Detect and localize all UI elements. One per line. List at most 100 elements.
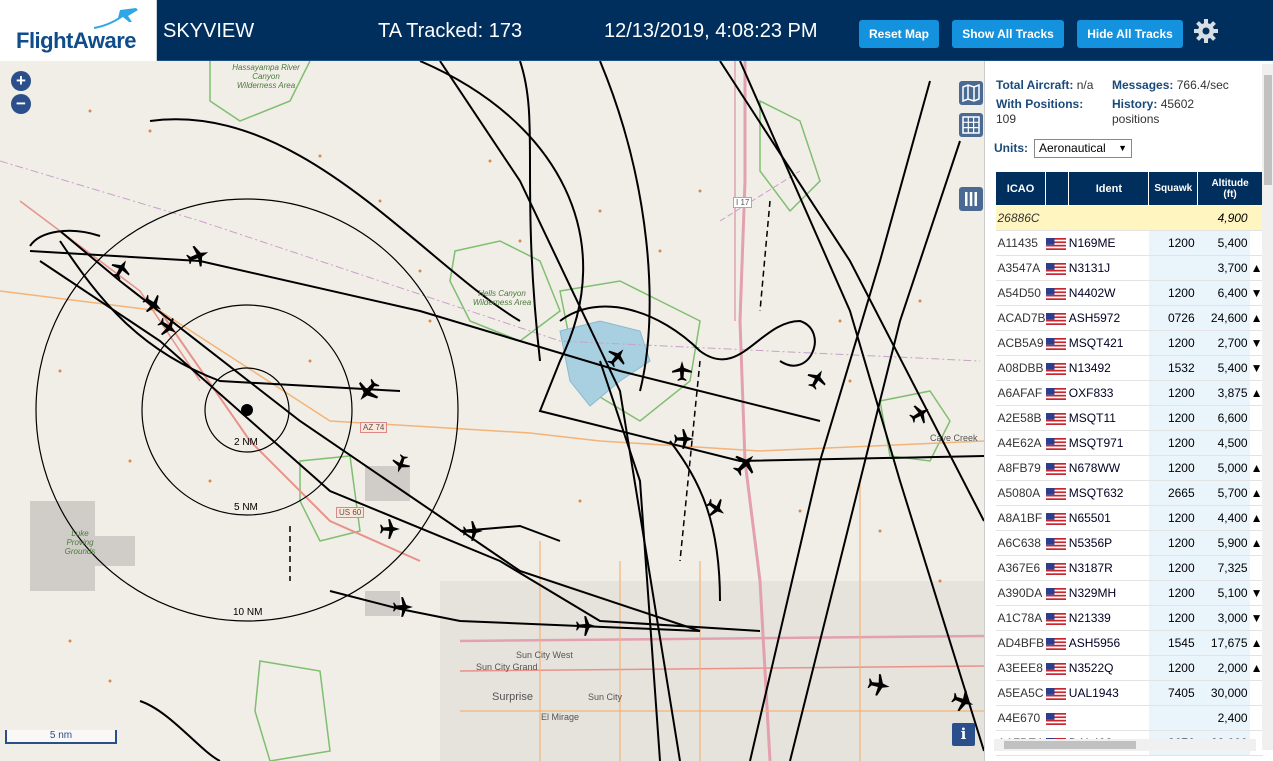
stat-total: Total Aircraft: n/a (996, 78, 1093, 92)
cell-flag (1045, 305, 1069, 331)
cell-altitude: 5,900 (1197, 530, 1250, 556)
stat-total-value: n/a (1076, 78, 1094, 92)
cell-squawk: 1200 (1148, 505, 1198, 531)
aircraft-icon[interactable] (728, 447, 762, 481)
table-row[interactable]: A11435 N169ME 1200 5,400 (995, 230, 1263, 256)
reset-map-button[interactable]: Reset Map (859, 20, 939, 48)
col-ident[interactable]: Ident (1068, 171, 1150, 206)
cell-squawk: 1200 (1148, 555, 1198, 581)
us-flag-icon (1045, 512, 1066, 525)
cell-ident: N4402W (1068, 280, 1149, 306)
cell-squawk: 1545 (1148, 630, 1198, 656)
aircraft-icon[interactable] (803, 365, 831, 393)
table-row[interactable]: A3547A N3131J 3,700 ▲ (995, 255, 1263, 281)
cell-flag (1045, 430, 1069, 456)
cell-altitude: 3,875 (1197, 380, 1250, 406)
aircraft-icon[interactable] (351, 374, 385, 408)
table-row[interactable]: A4E62A MSQT971 1200 4,500 (995, 430, 1263, 456)
aircraft-icon[interactable] (603, 343, 631, 371)
table-row[interactable]: ACB5A9 MSQT421 1200 2,700 ▼ (995, 330, 1263, 356)
col-altitude[interactable]: Altitude (ft) (1197, 171, 1263, 206)
aircraft-icon[interactable] (702, 494, 730, 522)
aircraft-icon[interactable] (154, 313, 182, 341)
table-row[interactable]: A1C78A N21339 1200 3,000 ▼ (995, 605, 1263, 631)
table-row[interactable]: 26886C 4,900 (995, 205, 1263, 231)
logo-text: FlightAware (16, 28, 137, 53)
table-row[interactable]: ACAD7B ASH5972 0726 24,600 ▲ (995, 305, 1263, 331)
cell-altitude: 7,325 (1197, 555, 1250, 581)
table-row[interactable]: A5080A MSQT632 2665 5,700 ▲ (995, 480, 1263, 506)
stat-messages: Messages: 766.4/sec (1112, 78, 1229, 92)
table-row[interactable]: A367E6 N3187R 1200 7,325 (995, 555, 1263, 581)
map-layers-button[interactable] (959, 81, 983, 105)
zoom-out-button[interactable]: − (11, 94, 31, 114)
cell-altitude: 30,000 (1197, 680, 1250, 706)
range-label-2nm: 2 NM (234, 437, 258, 448)
us-flag-icon (1045, 537, 1066, 550)
gear-icon[interactable] (1193, 18, 1219, 44)
table-row[interactable]: A4E670 2,400 (995, 705, 1263, 731)
cell-icao: ACB5A9 (995, 330, 1046, 356)
table-row[interactable]: AD4BFB ASH5956 1545 17,675 ▲ (995, 630, 1263, 656)
cell-altitude: 6,600 (1197, 405, 1250, 431)
cell-flag (1045, 480, 1069, 506)
map-canvas[interactable]: 2 NM 5 NM 10 NM Sun City Grand Sun City … (0, 61, 984, 761)
aircraft-icon[interactable] (672, 361, 692, 381)
cell-squawk: 1200 (1148, 580, 1198, 606)
sidebar-vertical-scroll-thumb[interactable] (1264, 75, 1272, 185)
table-header-row: ICAO Ident Squawk Altitude (ft) (994, 171, 1263, 206)
cell-icao: A3547A (995, 255, 1046, 281)
table-row[interactable]: A2E58B MSQT11 1200 6,600 (995, 405, 1263, 431)
grid-toggle-button[interactable] (959, 113, 983, 137)
aircraft-icon[interactable] (107, 255, 135, 283)
cell-ident: MSQT11 (1068, 405, 1149, 431)
aircraft-icon[interactable] (866, 672, 892, 698)
aircraft-icon[interactable] (463, 521, 483, 541)
table-row[interactable]: A5EA5C UAL1943 7405 30,000 (995, 680, 1263, 706)
aircraft-icon[interactable] (906, 400, 934, 428)
col-squawk[interactable]: Squawk (1148, 171, 1199, 206)
aircraft-icon[interactable] (674, 429, 694, 449)
table-row[interactable]: A8FB79 N678WW 1200 5,000 ▲ (995, 455, 1263, 481)
hide-all-tracks-button[interactable]: Hide All Tracks (1077, 20, 1183, 48)
col-icao[interactable]: ICAO (994, 171, 1047, 206)
col-flag[interactable] (1045, 171, 1070, 206)
us-flag-icon (1045, 612, 1066, 625)
cell-trend: ▲ (1249, 455, 1263, 481)
toggle-sidebar-button[interactable] (959, 187, 983, 211)
col-altitude-label: Altitude (1211, 177, 1249, 189)
table-row[interactable]: A6AFAF OXF833 1200 3,875 ▲ (995, 380, 1263, 406)
table-row[interactable]: A390DA N329MH 1200 5,100 ▼ (995, 580, 1263, 606)
cell-flag (1045, 655, 1069, 681)
aircraft-icon[interactable] (389, 452, 413, 476)
cell-squawk: 1532 (1148, 355, 1198, 381)
aircraft-icon[interactable] (949, 687, 977, 715)
stat-positions-label-row: With Positions: (996, 97, 1083, 111)
stat-messages-label: Messages: (1112, 78, 1174, 92)
zoom-in-button[interactable]: + (11, 71, 31, 91)
table-row[interactable]: A54D50 N4402W 1200 6,400 ▼ (995, 280, 1263, 306)
cell-altitude: 4,400 (1197, 505, 1250, 531)
aircraft-icon[interactable] (393, 597, 413, 617)
stat-history-label: History: (1112, 97, 1158, 111)
us-flag-icon (1045, 562, 1066, 575)
us-flag-icon (1045, 637, 1066, 650)
units-select[interactable]: Aeronautical ▼ (1034, 139, 1132, 158)
cell-flag (1045, 555, 1069, 581)
aircraft-icon[interactable] (380, 519, 400, 539)
aircraft-icon[interactable] (139, 290, 167, 318)
aircraft-icon[interactable] (576, 616, 596, 636)
us-flag-icon (1045, 437, 1066, 450)
show-all-tracks-button[interactable]: Show All Tracks (952, 20, 1064, 48)
table-row[interactable]: A3EEE8 N3522Q 1200 2,000 ▲ (995, 655, 1263, 681)
cell-trend: ▼ (1249, 355, 1263, 381)
aircraft-icon[interactable] (184, 242, 212, 270)
table-row[interactable]: A6C638 N5356P 1200 5,900 ▲ (995, 530, 1263, 556)
info-button[interactable]: i (952, 723, 975, 746)
range-label-10nm: 10 NM (233, 607, 263, 618)
flightaware-logo[interactable]: FlightAware (0, 0, 157, 61)
table-row[interactable]: A08DBB N13492 1532 5,400 ▼ (995, 355, 1263, 381)
cell-trend: ▲ (1249, 530, 1263, 556)
sidebar-horizontal-scroll-thumb[interactable] (1004, 741, 1136, 749)
table-row[interactable]: A8A1BF N65501 1200 4,400 ▲ (995, 505, 1263, 531)
